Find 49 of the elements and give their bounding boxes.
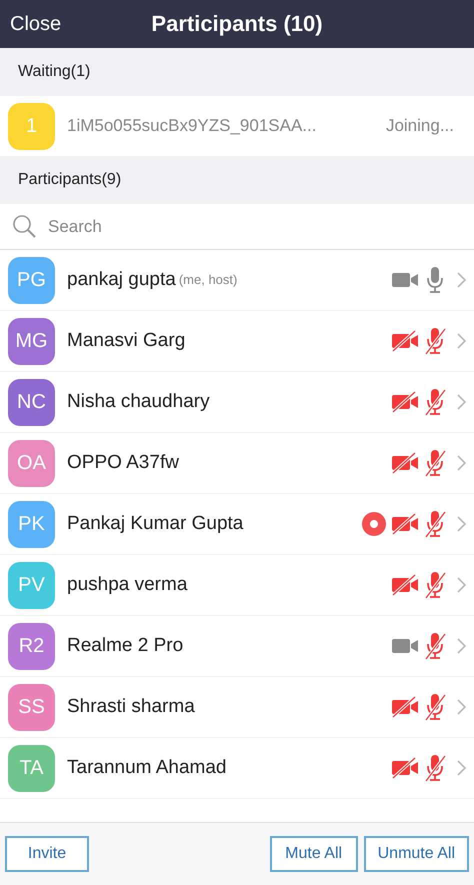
participant-name: Manasvi Garg	[67, 328, 186, 353]
participant-row[interactable]: R2 Realme 2 Pro	[0, 616, 474, 677]
participant-name: Realme 2 Pro	[67, 634, 184, 658]
close-button[interactable]: Close	[0, 0, 72, 48]
status-text: Joining...	[386, 115, 455, 138]
chevron-icon	[457, 760, 466, 776]
participant-name: pankaj gupta	[67, 268, 176, 292]
avatar: PV	[8, 562, 55, 608]
avatar: PK	[8, 500, 55, 548]
participant-name: 1iM5o055sucBx9YZS_901SAA...	[67, 115, 316, 138]
chevron-icon	[457, 699, 466, 715]
chevron-icon	[457, 638, 466, 654]
chevron-icon	[457, 333, 466, 349]
participant-name: pushpa verma	[67, 572, 188, 597]
chevron-icon	[457, 516, 466, 532]
avatar: OA	[8, 440, 55, 486]
participant-name: Shrasti sharma	[67, 694, 195, 719]
participant-name: Pankaj Kumar Gupta	[67, 512, 244, 536]
participant-name: Tarannum Ahamad	[67, 756, 226, 780]
participant-row[interactable]: TA Tarannum Ahamad	[0, 738, 474, 799]
avatar: 1	[8, 102, 55, 150]
section-heading: Waiting(1)	[0, 48, 474, 96]
participant-row[interactable]: MG Manasvi Garg	[0, 311, 474, 372]
avatar: PG	[8, 256, 55, 304]
action-button[interactable]: Mute All	[270, 836, 358, 872]
chevron-icon	[457, 455, 466, 471]
participant-row[interactable]: PG pankaj gupta(me, host)	[0, 250, 474, 311]
avatar: SS	[8, 684, 55, 730]
action-button[interactable]: Unmute All	[364, 836, 469, 872]
chevron-icon	[457, 577, 466, 593]
chevron-icon	[457, 272, 466, 288]
screen-title: Participants (10)	[151, 10, 323, 38]
waiting-row[interactable]: 1 1iM5o055sucBx9YZS_901SAA... Joining...	[0, 96, 474, 156]
action-button[interactable]: Invite	[5, 836, 89, 872]
chevron-icon	[457, 394, 466, 410]
avatar: R2	[8, 622, 55, 670]
section-heading: Participants(9)	[0, 156, 474, 204]
participant-row[interactable]: PK Pankaj Kumar Gupta	[0, 494, 474, 555]
participant-name: OPPO A37fw	[67, 450, 179, 475]
participant-name: Nisha chaudhary	[67, 390, 210, 414]
participant-row[interactable]: PV pushpa verma	[0, 555, 474, 616]
role-note: (me, host)	[178, 271, 238, 290]
participant-row[interactable]: SS Shrasti sharma	[0, 677, 474, 738]
avatar: NC	[8, 378, 55, 426]
participant-row[interactable]: NC Nisha chaudhary	[0, 372, 474, 433]
avatar: TA	[8, 744, 55, 792]
search-icon	[12, 214, 38, 240]
avatar: MG	[8, 318, 55, 364]
participant-row[interactable]: OA OPPO A37fw	[0, 433, 474, 494]
